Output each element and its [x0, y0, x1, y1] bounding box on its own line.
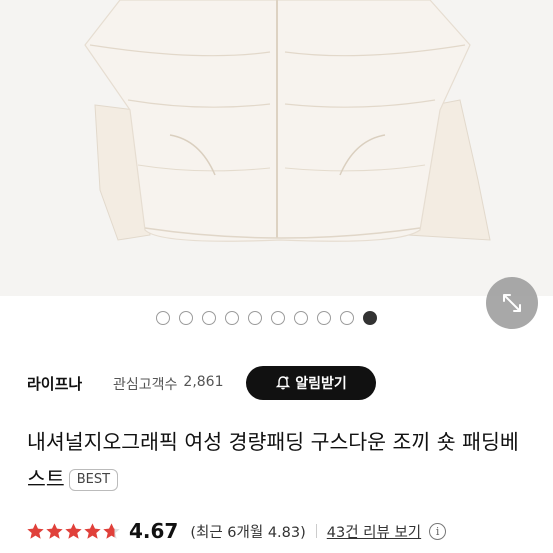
recent-rating: (최근 6개월 4.83)	[190, 524, 306, 541]
info-icon[interactable]: i	[429, 522, 447, 540]
alarm-button-label: 알림받기	[295, 376, 347, 392]
expand-icon	[503, 294, 521, 312]
gallery-dot[interactable]	[248, 311, 262, 325]
alarm-button[interactable]: 알림받기	[246, 366, 376, 400]
star-icon	[65, 522, 82, 539]
star-icon	[46, 522, 63, 539]
expand-button[interactable]	[486, 277, 538, 329]
gallery-dot[interactable]	[340, 311, 354, 325]
star-icon	[27, 522, 44, 539]
gallery-pagination[interactable]	[156, 309, 377, 327]
gallery-dot[interactable]	[225, 311, 239, 325]
review-link[interactable]: 43건 리뷰 보기	[327, 521, 421, 542]
gallery-dot[interactable]	[179, 311, 193, 325]
interest-label: 관심고객수	[113, 377, 178, 393]
best-badge: BEST	[68, 469, 119, 491]
gallery-dot[interactable]	[317, 311, 331, 325]
padding-vest-illustration	[84, 0, 491, 242]
gallery-dot[interactable]	[271, 311, 285, 325]
gallery-dot[interactable]	[363, 311, 377, 325]
rating-stars	[26, 522, 121, 541]
gallery-dot[interactable]	[156, 311, 170, 325]
rating-row: 4.67 (최근 6개월 4.83) 43건 리뷰 보기 i	[26, 514, 546, 548]
brand-row: 라이프나 관심고객수 2,861 알림받기	[27, 366, 537, 400]
interest-count: 관심고객수 2,861	[113, 374, 224, 394]
divider	[315, 524, 317, 538]
star-icon	[103, 522, 120, 539]
product-image[interactable]	[0, 0, 553, 296]
product-title: 내셔널지오그래픽 여성 경량패딩 구스다운 조끼 숏 패딩베스트 BEST	[27, 424, 532, 498]
star-icon	[84, 522, 101, 539]
rating-value: 4.67	[129, 519, 179, 543]
bell-icon	[276, 376, 291, 390]
brand-name[interactable]: 라이프나	[27, 373, 82, 394]
gallery-dot[interactable]	[202, 311, 216, 325]
interest-value: 2,861	[183, 374, 224, 390]
gallery-dot[interactable]	[294, 311, 308, 325]
